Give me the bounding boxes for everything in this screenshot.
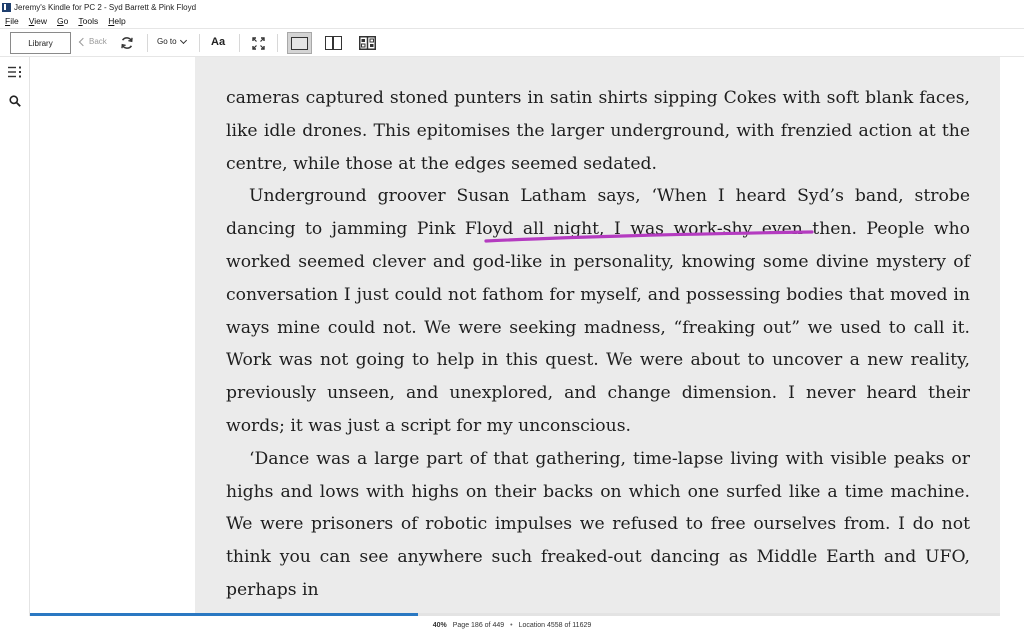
percent-read: 40% — [432, 621, 447, 629]
book-paragraph: Underground groover Susan Latham says, ‘… — [226, 186, 970, 436]
page-flip-view-icon[interactable] — [359, 36, 376, 50]
title-bar: Jeremy's Kindle for PC 2 - Syd Barrett &… — [0, 0, 1024, 14]
window-title: Jeremy's Kindle for PC 2 - Syd Barrett &… — [14, 2, 197, 12]
go-to-button[interactable]: Go to — [157, 36, 187, 46]
menu-tools[interactable]: Tools — [73, 16, 103, 26]
chevron-left-icon — [78, 37, 88, 46]
book-paragraph: ‘Dance was a large part of that gatherin… — [226, 448, 970, 600]
book-text: cameras captured stoned punters in satin… — [226, 82, 970, 607]
kindle-app-icon — [2, 2, 11, 12]
chevron-down-icon — [179, 36, 187, 44]
sync-icon[interactable] — [120, 36, 134, 50]
page-indicator: Page 186 of 449 — [452, 621, 505, 629]
status-bar: 40% Page 186 of 449 • Location 4558 of 1… — [0, 618, 1024, 632]
menu-go[interactable]: Go — [52, 16, 73, 26]
reading-progress-bar[interactable] — [30, 613, 1000, 616]
menu-file[interactable]: File — [0, 16, 24, 26]
back-label: Back — [89, 37, 107, 46]
toolbar-separator — [239, 34, 240, 52]
left-sidebar — [0, 57, 30, 616]
table-of-contents-icon[interactable] — [8, 66, 22, 78]
highlight-underline[interactable] — [480, 222, 825, 246]
menu-bar: File View Go Tools Help — [0, 14, 1024, 28]
toolbar-separator — [277, 34, 278, 52]
location-indicator: Location 4558 of 11629 — [518, 621, 592, 629]
fullscreen-icon[interactable] — [252, 37, 265, 50]
single-column-view-icon[interactable] — [287, 32, 312, 54]
two-column-view-icon[interactable] — [325, 36, 342, 50]
status-separator: • — [510, 621, 513, 629]
go-to-label: Go to — [157, 37, 177, 46]
reading-progress-fill — [30, 613, 418, 616]
font-settings-button[interactable]: Aa — [211, 36, 225, 48]
menu-help[interactable]: Help — [103, 16, 130, 26]
toolbar-separator — [199, 34, 200, 52]
library-button[interactable]: Library — [10, 32, 71, 54]
search-icon[interactable] — [9, 95, 21, 107]
book-paragraph: cameras captured stoned punters in satin… — [226, 88, 970, 174]
toolbar-separator — [147, 34, 148, 52]
menu-view[interactable]: View — [24, 16, 52, 26]
back-button[interactable]: Back — [78, 37, 107, 46]
single-column-frame — [291, 36, 308, 50]
toolbar: Library Back Go to Aa — [0, 28, 1024, 57]
